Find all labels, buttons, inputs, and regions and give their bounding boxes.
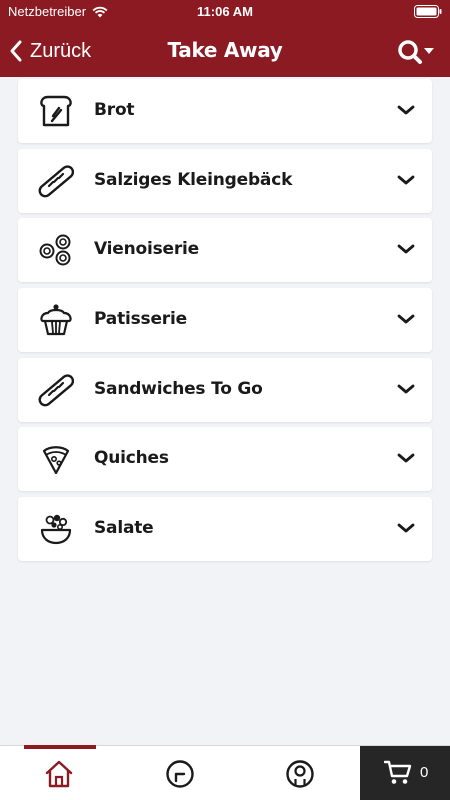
cart-button[interactable]: 0 (360, 746, 450, 800)
tab-bar: 0 (0, 745, 450, 800)
baguette-icon (38, 373, 75, 407)
chevron-down-icon (396, 521, 416, 535)
bread-icon (38, 94, 74, 128)
chevron-down-icon (396, 173, 416, 187)
active-tab-indicator (24, 745, 96, 749)
category-row-patisserie[interactable]: Patisserie (18, 288, 432, 353)
chevron-down-icon (396, 451, 416, 465)
category-label: Quiches (94, 448, 169, 469)
tab-history[interactable] (135, 746, 225, 800)
category-row-salate[interactable]: Salate (18, 497, 432, 562)
search-button[interactable] (396, 38, 436, 66)
tab-home[interactable] (14, 745, 104, 800)
category-label: Sandwiches To Go (94, 378, 263, 399)
chevron-down-icon (396, 242, 416, 256)
chevron-down-icon (396, 312, 416, 326)
category-list: Brot Salziges Kleingebäck Vienoiserie Pa… (18, 79, 432, 567)
navigation-bar: Zurück Take Away (0, 24, 450, 77)
salad-bowl-icon (38, 512, 74, 546)
baguette-icon (38, 164, 75, 198)
home-icon (45, 760, 73, 788)
category-row-brot[interactable]: Brot (18, 79, 432, 143)
cart-count: 0 (420, 764, 429, 781)
category-label: Vienoiserie (94, 239, 200, 260)
chevron-down-icon (396, 103, 416, 117)
pizza-slice-icon (38, 442, 74, 476)
app-header: Netzbetreiber 11:06 AM Zurück Take Away (0, 0, 450, 77)
cupcake-icon (38, 303, 74, 337)
chevron-down-icon (396, 382, 416, 396)
user-icon (286, 760, 314, 788)
category-label: Salate (94, 518, 154, 539)
page-title: Take Away (167, 38, 283, 62)
search-icon (398, 40, 434, 64)
category-row-quiches[interactable]: Quiches (18, 427, 432, 492)
status-bar: Netzbetreiber 11:06 AM (0, 0, 450, 24)
tab-profile[interactable] (255, 746, 345, 800)
status-time: 11:06 AM (197, 4, 253, 19)
category-row-vienoiserie[interactable]: Vienoiserie (18, 218, 432, 283)
clock-icon (166, 760, 194, 788)
category-label: Salziges Kleingebäck (94, 169, 293, 190)
category-label: Brot (94, 100, 135, 120)
battery-icon (414, 5, 442, 18)
pastry-rings-icon (38, 233, 74, 267)
cart-icon (384, 760, 412, 784)
category-label: Patisserie (94, 309, 187, 330)
caret-down-icon (424, 48, 434, 54)
category-row-sandwiches-to-go[interactable]: Sandwiches To Go (18, 357, 432, 422)
category-row-salziges-kleingebaeck[interactable]: Salziges Kleingebäck (18, 148, 432, 213)
